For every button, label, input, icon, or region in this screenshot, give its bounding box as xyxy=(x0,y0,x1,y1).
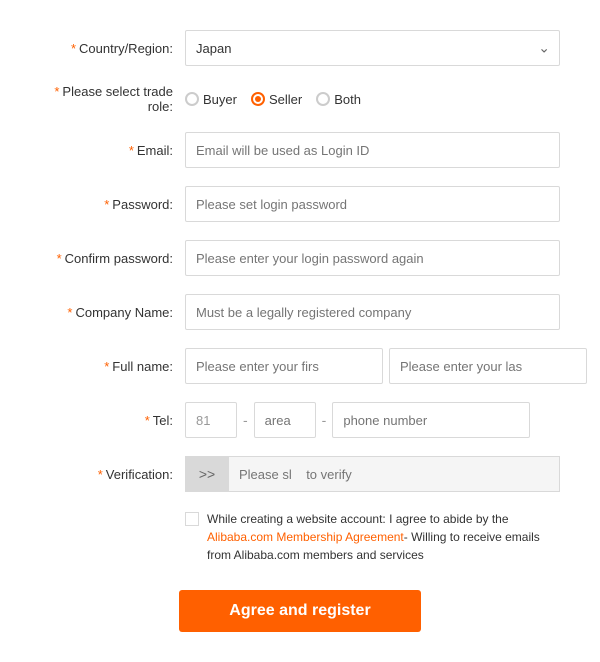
last-name-input[interactable] xyxy=(389,348,587,384)
first-name-input[interactable] xyxy=(185,348,383,384)
verification-inputs: >> xyxy=(185,456,560,492)
trade-role-options: Buyer Seller Both xyxy=(185,92,361,107)
required-star: * xyxy=(57,251,62,266)
password-row: *Password: xyxy=(40,186,560,222)
radio-input-buyer[interactable] xyxy=(185,92,199,106)
tel-separator-2: - xyxy=(320,412,329,428)
password-input[interactable] xyxy=(185,186,560,222)
verification-row: *Verification: >> xyxy=(40,456,560,492)
required-star: * xyxy=(104,197,109,212)
verify-input[interactable] xyxy=(229,456,560,492)
required-star: * xyxy=(98,467,103,482)
confirm-password-label: *Confirm password: xyxy=(40,251,185,266)
registration-form: *Country/Region: Japan ⌄ *Please select … xyxy=(20,20,580,642)
tel-label: *Tel: xyxy=(40,413,185,428)
company-name-input[interactable] xyxy=(185,294,560,330)
tel-inputs: - - xyxy=(185,402,560,438)
agreement-text-1: While creating a website account: I agre… xyxy=(207,512,509,526)
radio-both[interactable]: Both xyxy=(316,92,361,107)
email-label: *Email: xyxy=(40,143,185,158)
radio-input-seller[interactable] xyxy=(251,92,265,106)
password-label: *Password: xyxy=(40,197,185,212)
agreement-text: While creating a website account: I agre… xyxy=(207,510,560,564)
agreement-link[interactable]: Alibaba.com Membership Agreement xyxy=(207,530,404,544)
agreement-row: While creating a website account: I agre… xyxy=(40,510,560,564)
register-btn-row: Agree and register xyxy=(40,584,560,632)
required-star: * xyxy=(71,41,76,56)
radio-buyer[interactable]: Buyer xyxy=(185,92,237,107)
register-button[interactable]: Agree and register xyxy=(179,590,420,632)
company-name-label: *Company Name: xyxy=(40,305,185,320)
verify-slider-btn[interactable]: >> xyxy=(185,456,229,492)
agreement-checkbox[interactable] xyxy=(185,512,199,526)
tel-separator-1: - xyxy=(241,412,250,428)
buyer-label: Buyer xyxy=(203,92,237,107)
confirm-password-input[interactable] xyxy=(185,240,560,276)
verification-label: *Verification: xyxy=(40,467,185,482)
required-star: * xyxy=(67,305,72,320)
required-star: * xyxy=(145,413,150,428)
country-select-wrapper: Japan ⌄ xyxy=(185,30,560,66)
tel-row: *Tel: - - xyxy=(40,402,560,438)
company-name-row: *Company Name: xyxy=(40,294,560,330)
tel-area-input[interactable] xyxy=(254,402,316,438)
full-name-label: *Full name: xyxy=(40,359,185,374)
fullname-inputs xyxy=(185,348,587,384)
country-row: *Country/Region: Japan ⌄ xyxy=(40,30,560,66)
seller-label: Seller xyxy=(269,92,302,107)
full-name-row: *Full name: xyxy=(40,348,560,384)
tel-number-input[interactable] xyxy=(332,402,530,438)
country-label: *Country/Region: xyxy=(40,41,185,56)
verify-arrows: >> xyxy=(199,466,215,482)
both-label: Both xyxy=(334,92,361,107)
required-star: * xyxy=(54,84,59,99)
confirm-password-row: *Confirm password: xyxy=(40,240,560,276)
country-select[interactable]: Japan xyxy=(185,30,560,66)
email-input[interactable] xyxy=(185,132,560,168)
required-star: * xyxy=(104,359,109,374)
email-row: *Email: xyxy=(40,132,560,168)
required-star: * xyxy=(129,143,134,158)
trade-role-label: *Please select trade role: xyxy=(40,84,185,114)
trade-role-row: *Please select trade role: Buyer Seller … xyxy=(40,84,560,114)
radio-seller[interactable]: Seller xyxy=(251,92,302,107)
tel-code-input[interactable] xyxy=(185,402,237,438)
radio-input-both[interactable] xyxy=(316,92,330,106)
